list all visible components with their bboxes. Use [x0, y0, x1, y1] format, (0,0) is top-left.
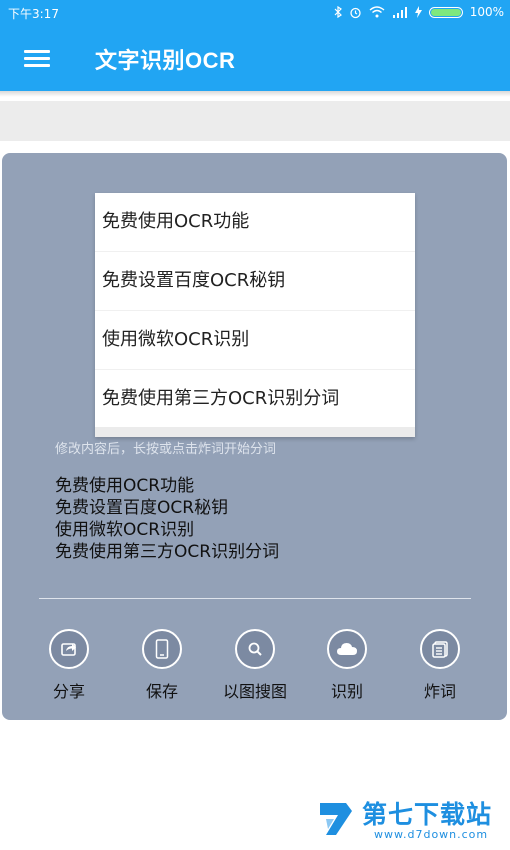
share-icon — [61, 643, 76, 656]
save-label: 保存 — [145, 682, 178, 701]
page-title: 文字识别OCR — [95, 48, 236, 73]
menu-button[interactable] — [24, 47, 50, 69]
status-bar: 下午3:17 100% — [0, 0, 510, 25]
content-strip — [0, 101, 510, 141]
popup-item-baidu-key[interactable]: 免费设置百度OCR秘钥 — [95, 252, 415, 311]
image-search-button[interactable]: 以图搜图 — [205, 629, 305, 702]
explode-words-label: 炸词 — [423, 682, 456, 701]
explode-words-button[interactable]: 炸词 — [390, 629, 490, 702]
edit-hint: 修改内容后，长按或点击炸词开始分词 — [55, 442, 277, 457]
recognize-button-circle — [327, 629, 367, 669]
signal-icon — [392, 7, 407, 18]
popup-item-third-party-ocr[interactable]: 免费使用第三方OCR识别分词 — [95, 370, 415, 429]
text-line: 免费设置百度OCR秘钥 — [55, 498, 229, 518]
explode-words-button-circle — [420, 629, 460, 669]
app-bar-shadow — [0, 91, 510, 97]
battery-icon — [428, 6, 463, 18]
text-line: 免费使用第三方OCR识别分词 — [55, 542, 280, 562]
hamburger-line — [24, 57, 50, 60]
popup-bottom-bar — [95, 427, 415, 437]
watermark-logo-icon — [320, 803, 352, 835]
battery-level: 100% — [469, 5, 504, 19]
divider — [39, 598, 471, 599]
image-search-label: 以图搜图 — [222, 682, 287, 701]
search-icon — [248, 642, 262, 656]
ocr-result-dialog: 免费使用OCR功能 免费设置百度OCR秘钥 使用微软OCR识别 免费使用第三方O… — [2, 153, 507, 720]
action-bar: 分享 保存 以图搜图 识别 炸词 — [2, 629, 507, 702]
status-time: 下午3:17 — [8, 7, 59, 21]
text-line: 免费使用OCR功能 — [55, 476, 195, 496]
save-button-circle — [142, 629, 182, 669]
recognize-button[interactable]: 识别 — [297, 629, 397, 702]
status-icons: 100% — [334, 3, 504, 21]
app-bar: 文字识别OCR — [0, 25, 510, 91]
wifi-icon — [369, 6, 385, 18]
share-label: 分享 — [52, 682, 85, 701]
recognize-label: 识别 — [330, 682, 363, 701]
recognized-text[interactable]: 免费使用OCR功能 免费设置百度OCR秘钥 使用微软OCR识别 免费使用第三方O… — [55, 475, 279, 563]
share-button-circle — [49, 629, 89, 669]
charging-icon — [414, 6, 422, 18]
popup-menu: 免费使用OCR功能 免费设置百度OCR秘钥 使用微软OCR识别 免费使用第三方O… — [95, 193, 415, 437]
hamburger-line — [24, 64, 50, 67]
text-line: 使用微软OCR识别 — [55, 520, 195, 540]
popup-item-free-ocr[interactable]: 免费使用OCR功能 — [95, 193, 415, 252]
notes-icon — [432, 641, 448, 658]
watermark: 第七下载站 www.d7down.com — [316, 795, 506, 845]
bluetooth-icon — [334, 6, 342, 18]
watermark-url: www.d7down.com — [374, 828, 489, 841]
save-button[interactable]: 保存 — [112, 629, 212, 702]
cloud-icon — [337, 643, 357, 655]
share-button[interactable]: 分享 — [19, 629, 119, 702]
hamburger-icon — [24, 50, 50, 53]
popup-item-microsoft-ocr[interactable]: 使用微软OCR识别 — [95, 311, 415, 370]
alarm-icon — [350, 7, 361, 18]
phone-icon — [155, 639, 169, 659]
watermark-title: 第七下载站 — [362, 800, 493, 829]
image-search-button-circle — [235, 629, 275, 669]
